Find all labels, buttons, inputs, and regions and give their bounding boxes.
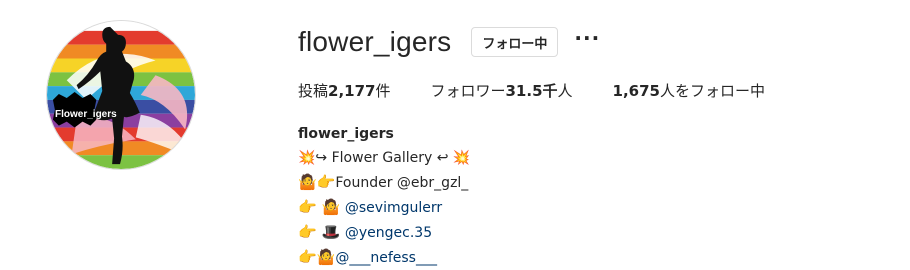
followers-link[interactable]: フォロワー31.5千人	[430, 80, 572, 101]
profile-header: flower_igers フォロー中 ···	[298, 24, 600, 60]
bio-line-2: 🤷👉Founder @ebr_gzl_	[298, 170, 470, 195]
mention-nefess[interactable]: @___nefess___	[335, 250, 437, 266]
bio-line-3-emoji: 👉 🤷	[298, 198, 345, 216]
posts-count: 投稿2,177件	[298, 82, 391, 100]
profile-bio: flower_igers 💥↪ Flower Gallery ↩ 💥 🤷👉Fou…	[298, 122, 470, 270]
bio-display-name: flower_igers	[298, 126, 394, 142]
bio-line-2-text[interactable]: Founder @ebr_gzl_	[335, 175, 468, 191]
profile-stats: 投稿2,177件 フォロワー31.5千人 1,675人をフォロー中	[298, 80, 805, 101]
following-link[interactable]: 1,675人をフォロー中	[613, 80, 765, 101]
bio-line-5: 👉🤷@___nefess___	[298, 245, 470, 270]
avatar-logo-text: Flower_igers	[55, 109, 117, 120]
bio-line-5-emoji: 👉🤷	[298, 248, 336, 266]
bio-line-3: 👉 🤷 @sevimgulerr	[298, 195, 470, 220]
bio-line-2-emoji: 🤷👉	[298, 173, 336, 191]
avatar-image	[47, 21, 195, 169]
mention-sevimgulerr[interactable]: @sevimgulerr	[345, 200, 442, 216]
username: flower_igers	[298, 26, 452, 57]
bio-line-4-emoji: 👉 🎩	[298, 223, 345, 241]
mention-yengec[interactable]: @yengec.35	[345, 225, 432, 241]
avatar[interactable]: Flower_igers	[46, 20, 196, 170]
bio-line-4: 👉 🎩 @yengec.35	[298, 220, 470, 245]
more-options-icon[interactable]: ···	[574, 28, 600, 48]
following-button[interactable]: フォロー中	[471, 27, 559, 57]
bio-line-1: 💥↪ Flower Gallery ↩ 💥	[298, 150, 471, 166]
